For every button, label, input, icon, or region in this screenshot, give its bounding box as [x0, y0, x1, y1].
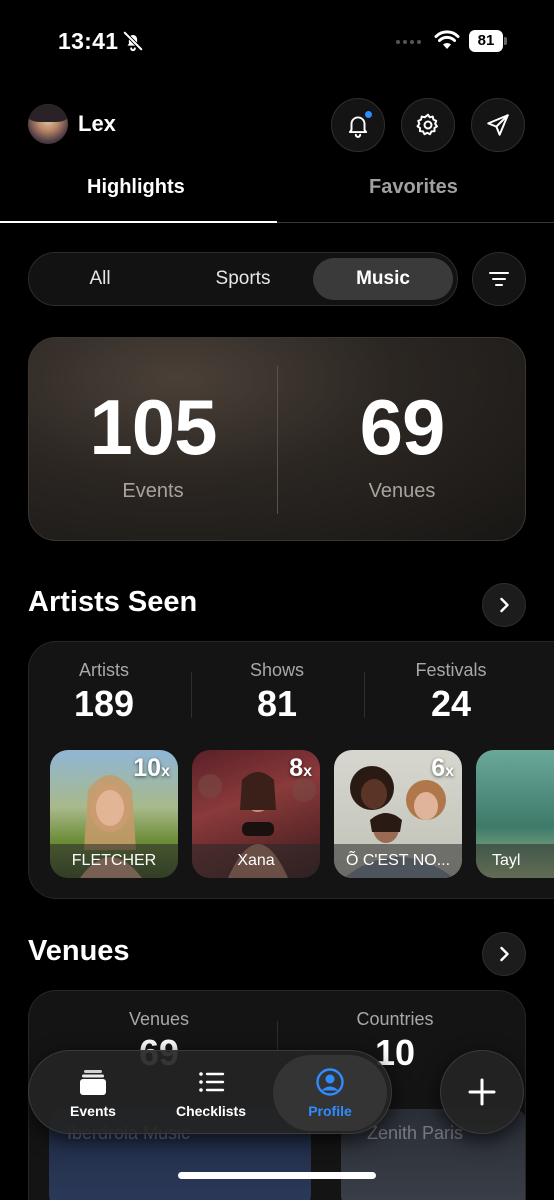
notifications-button[interactable] — [331, 98, 385, 152]
nav-events-label: Events — [70, 1103, 116, 1119]
events-count: 105 — [89, 383, 217, 471]
status-bar: 13:41 81 — [0, 0, 554, 84]
chevron-right-icon — [500, 946, 509, 962]
person-circle-icon — [316, 1068, 344, 1096]
shows-stat: Shows 81 — [192, 660, 362, 725]
artist-name: FLETCHER — [50, 844, 178, 878]
artists-seen-more-button[interactable] — [482, 583, 526, 627]
segment-music[interactable]: Music — [313, 258, 453, 300]
festivals-stat-label: Festivals — [415, 660, 487, 680]
artist-name: Xana — [192, 844, 320, 878]
tab-divider — [277, 222, 554, 223]
festivals-stat: Festivals 24 — [366, 660, 536, 725]
tab-highlights[interactable]: Highlights — [87, 176, 185, 199]
artist-tile[interactable]: 10x FLETCHER — [50, 750, 178, 878]
venue-name: Zenith Paris — [367, 1123, 464, 1143]
category-segmented-control: All Sports Music — [28, 252, 458, 306]
battery-level: 81 — [469, 30, 503, 52]
wifi-icon — [434, 30, 460, 49]
countries-stat-label: Countries — [356, 1009, 434, 1029]
bottom-tab-bar: Events Checklists Profile — [28, 1050, 392, 1134]
gear-icon — [416, 113, 438, 136]
venues-more-button[interactable] — [482, 932, 526, 976]
filter-button[interactable] — [472, 252, 526, 306]
cellular-signal-icon — [396, 40, 421, 44]
artist-count: 8x — [289, 754, 312, 782]
home-indicator[interactable] — [178, 1172, 376, 1179]
tab-favorites[interactable]: Favorites — [369, 176, 458, 199]
shows-stat-label: Shows — [249, 660, 305, 680]
nav-checklists[interactable]: Checklists — [159, 1051, 263, 1135]
venues-title: Venues — [28, 935, 130, 967]
nav-profile[interactable]: Profile — [273, 1055, 387, 1131]
chevron-right-icon — [500, 597, 509, 613]
paper-plane-icon — [487, 114, 509, 136]
artist-tile[interactable]: 8x Xana — [192, 750, 320, 878]
status-time: 13:41 — [58, 28, 119, 54]
stat-divider — [364, 672, 365, 718]
share-button[interactable] — [471, 98, 525, 152]
events-label: Events — [122, 480, 184, 502]
artists-stat-value: 189 — [73, 683, 135, 724]
venues-count: 69 — [359, 383, 446, 471]
nav-profile-label: Profile — [308, 1103, 352, 1119]
battery-icon: 81 — [469, 30, 507, 52]
artists-stat: Artists 189 — [29, 660, 189, 725]
segment-all[interactable]: All — [35, 258, 165, 300]
bell-off-icon — [122, 30, 144, 52]
avatar[interactable] — [28, 104, 68, 144]
nav-events[interactable]: Events — [47, 1051, 139, 1135]
list-icon — [199, 1072, 225, 1092]
artist-count: 10x — [133, 754, 170, 782]
artists-card: Artists 189 Shows 81 Festivals 24 10x FL… — [28, 641, 554, 899]
filter-lines-icon — [489, 272, 509, 286]
user-name[interactable]: Lex — [78, 111, 116, 137]
active-tab-indicator — [0, 221, 277, 223]
artist-tile[interactable]: 6x Õ C'EST NO... — [334, 750, 462, 878]
festivals-stat-value: 24 — [430, 683, 472, 724]
segment-sports[interactable]: Sports — [175, 258, 311, 300]
artist-name: Õ C'EST NO... — [334, 844, 462, 878]
events-stack-icon — [80, 1070, 106, 1095]
settings-button[interactable] — [401, 98, 455, 152]
artists-stat-label: Artists — [78, 660, 129, 680]
nav-checklists-label: Checklists — [175, 1103, 247, 1119]
shows-stat-value: 81 — [256, 683, 298, 724]
artist-tile[interactable]: Tayl — [476, 750, 554, 878]
venues-stat-label: Venues — [128, 1009, 190, 1029]
artist-name: Tayl — [476, 844, 554, 878]
notification-badge — [364, 110, 373, 119]
summary-card[interactable]: 105 Events 69 Venues — [28, 337, 526, 541]
artist-count: 6x — [431, 754, 454, 782]
add-event-button[interactable] — [440, 1050, 524, 1134]
plus-icon — [468, 1078, 496, 1106]
venues-label: Venues — [368, 480, 436, 502]
artists-seen-title: Artists Seen — [28, 586, 198, 618]
